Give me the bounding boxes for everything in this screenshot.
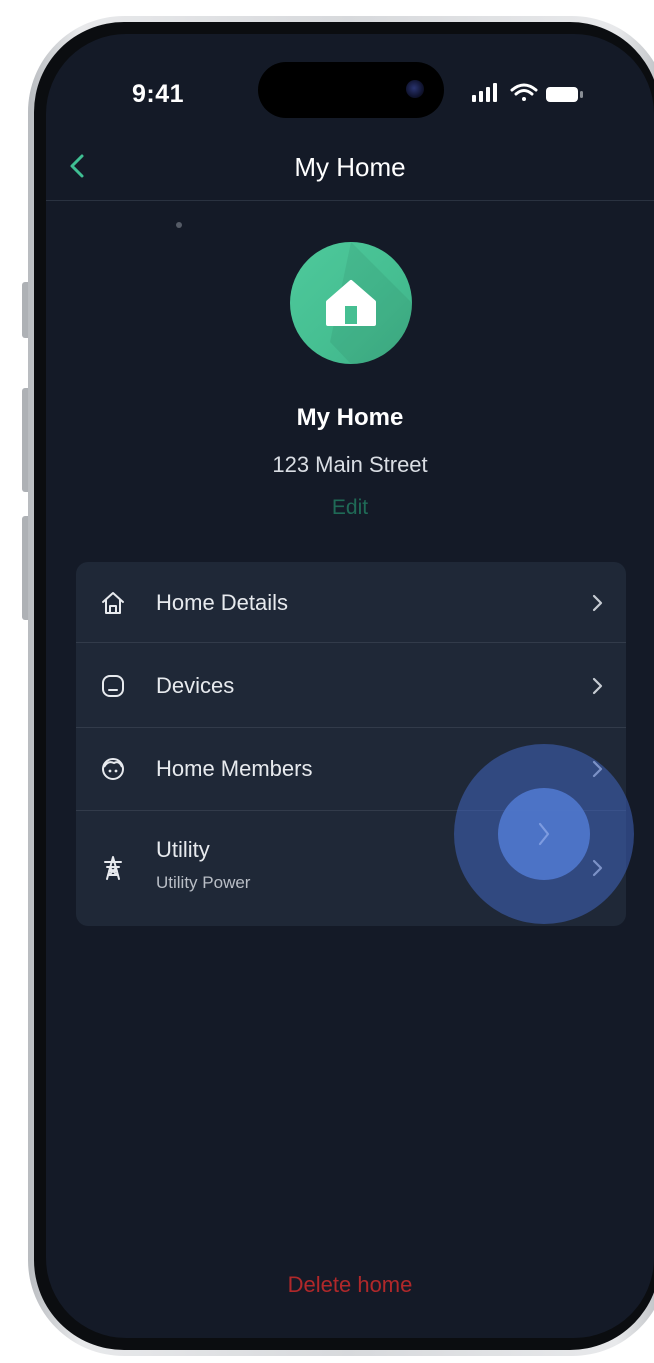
menu-item-devices[interactable]: Devices — [76, 643, 626, 727]
battery-icon — [546, 87, 583, 102]
device-icon — [102, 675, 124, 697]
power-tower-icon — [104, 856, 122, 880]
chevron-right-icon — [538, 822, 550, 846]
dynamic-island — [258, 62, 444, 118]
wifi-icon — [510, 83, 538, 101]
menu-item-label: Utility — [156, 837, 210, 862]
phone-screen: 9:41 My Home My Home 123 Main Street Edi… — [46, 34, 654, 1338]
chevron-right-icon — [592, 594, 603, 612]
volume-up-button — [22, 388, 28, 492]
home-address: 123 Main Street — [272, 452, 428, 477]
navigation-bar: My Home — [46, 144, 654, 201]
signal-icon — [472, 83, 497, 102]
home-avatar — [290, 242, 412, 364]
house-outline-icon — [102, 592, 124, 614]
action-button — [22, 282, 28, 338]
menu-item-label: Home Members — [156, 756, 313, 781]
members-icon — [102, 758, 124, 780]
chevron-right-icon — [592, 677, 603, 695]
status-icons — [472, 80, 602, 108]
touch-indicator-inner — [498, 788, 590, 880]
delete-home-button[interactable]: Delete home — [46, 1272, 654, 1298]
menu-item-sublabel: Utility Power — [156, 873, 251, 892]
volume-down-button — [22, 516, 28, 620]
menu-item-home-details[interactable]: Home Details — [76, 562, 626, 642]
decorative-dot — [176, 222, 182, 228]
edit-link[interactable]: Edit — [46, 496, 654, 520]
status-bar: 9:41 — [46, 34, 654, 144]
status-time: 9:41 — [132, 80, 185, 108]
menu-item-label: Devices — [156, 673, 235, 698]
house-icon — [326, 242, 412, 364]
camera-icon — [406, 80, 424, 98]
menu-item-label: Home Details — [156, 590, 289, 615]
home-name: My Home — [296, 404, 404, 431]
page-title: My Home — [294, 152, 406, 182]
